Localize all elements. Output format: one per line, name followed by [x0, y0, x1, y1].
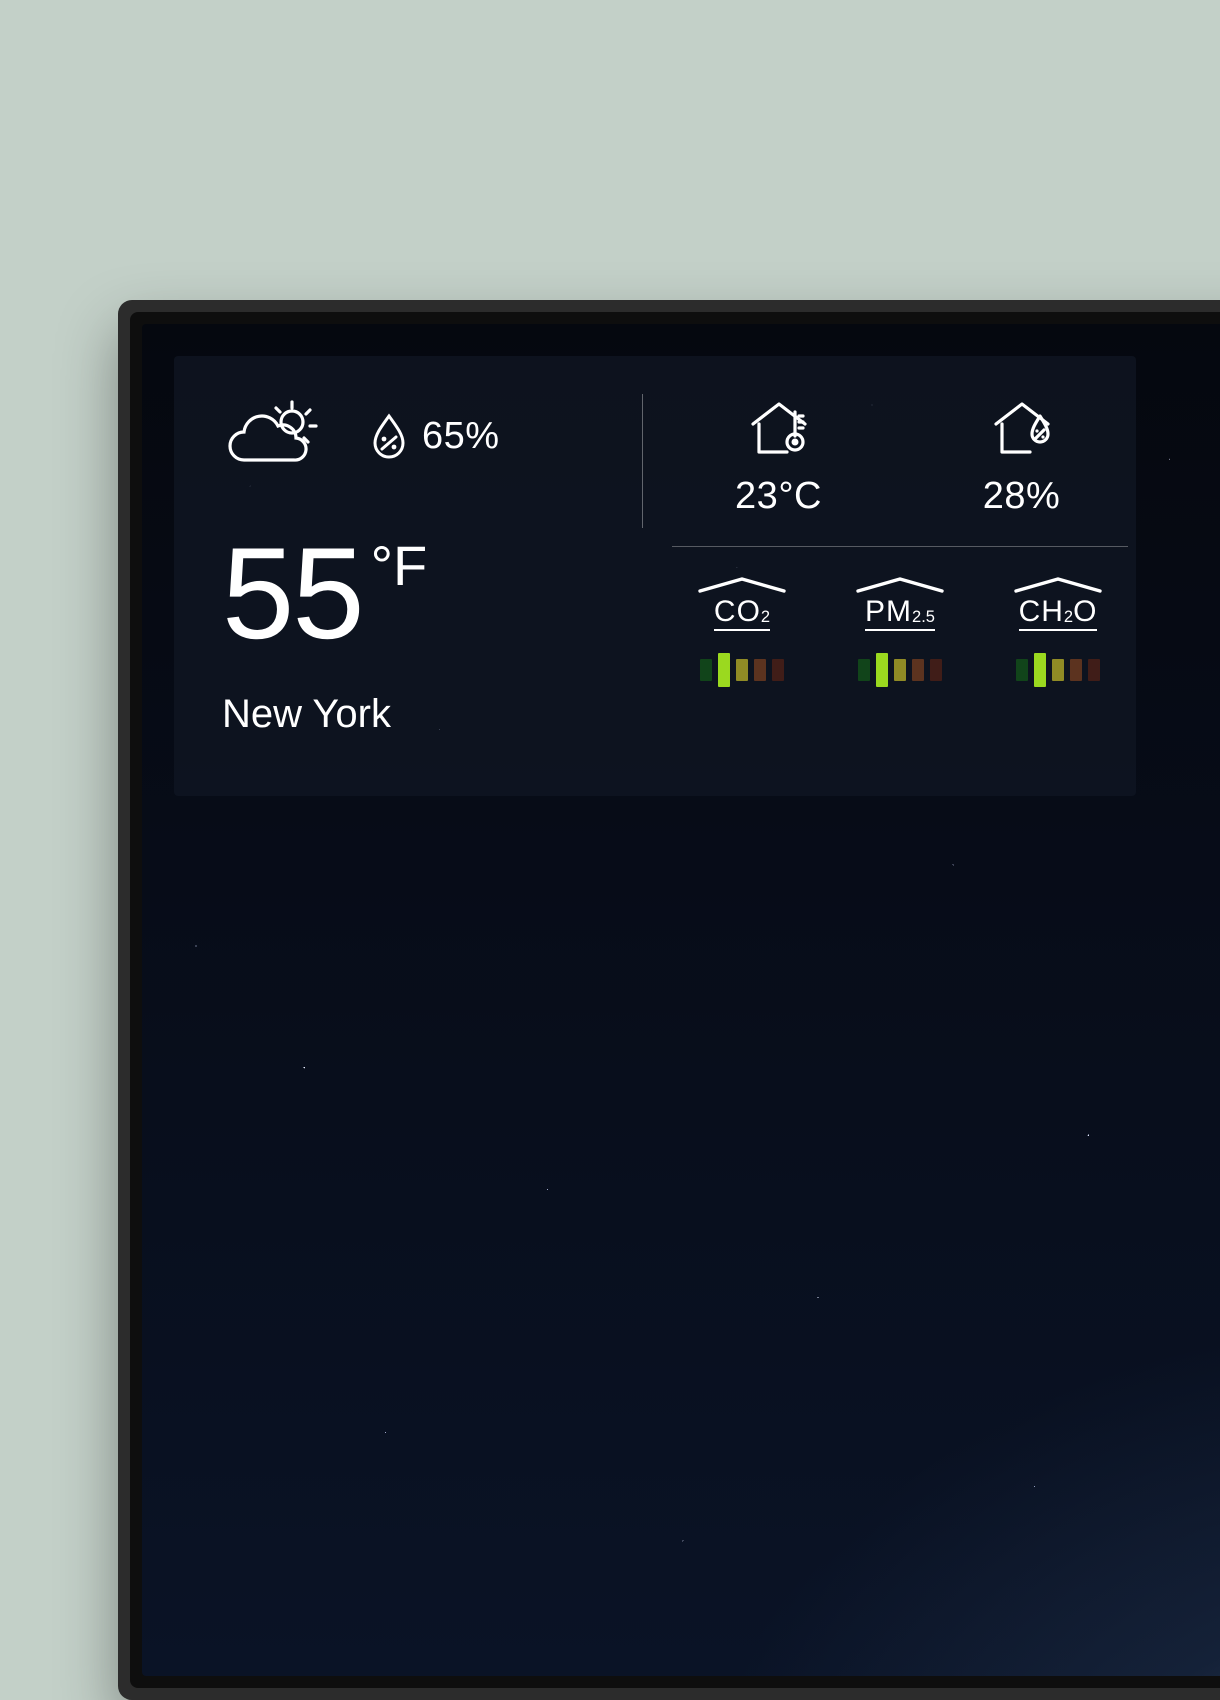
outdoor-humidity-value: 65% [422, 415, 500, 458]
air-quality-level-bars [1016, 653, 1100, 687]
outdoor-temperature-unit: °F [371, 538, 428, 594]
level-bar [754, 659, 766, 681]
indoor-readings-row: 23°C [672, 396, 1128, 518]
indoor-pane: 23°C [642, 356, 1158, 796]
indoor-humidity: 28% [937, 396, 1107, 518]
location-label: New York [222, 692, 594, 737]
air-quality-level-bars [700, 653, 784, 687]
air-quality-label: CO2 [694, 575, 790, 631]
air-quality-item: PM2.5 [830, 575, 970, 687]
partly-cloudy-icon [222, 398, 330, 474]
level-bar [930, 659, 942, 681]
outdoor-humidity: 65% [372, 413, 500, 459]
roof-icon [852, 575, 948, 593]
level-bar [700, 659, 712, 681]
roof-icon [1010, 575, 1106, 593]
screen-backdrop: 65% 55 °F New York [142, 324, 1220, 1676]
outdoor-temperature: 55 °F [222, 528, 594, 658]
roof-icon [694, 575, 790, 593]
device-frame: 65% 55 °F New York [118, 300, 1220, 1700]
house-humidity-icon [986, 396, 1058, 463]
level-bar [718, 653, 730, 687]
vertical-divider [642, 394, 643, 528]
level-bar [894, 659, 906, 681]
level-bar [736, 659, 748, 681]
outdoor-weather-pane: 65% 55 °F New York [174, 356, 642, 796]
indoor-temperature: 23°C [694, 396, 864, 518]
air-quality-label: PM2.5 [852, 575, 948, 631]
indoor-humidity-value: 28% [983, 475, 1061, 518]
outdoor-summary-row: 65% [222, 398, 594, 474]
level-bar [1052, 659, 1064, 681]
device-bezel: 65% 55 °F New York [130, 312, 1220, 1688]
level-bar [858, 659, 870, 681]
level-bar [1016, 659, 1028, 681]
air-quality-name: PM2.5 [865, 597, 935, 631]
air-quality-item: CO2 [672, 575, 812, 687]
air-quality-name: CO2 [714, 597, 770, 631]
air-quality-name: CH2O [1019, 597, 1098, 631]
outdoor-temperature-value: 55 [222, 528, 363, 658]
air-quality-item: CH2O [988, 575, 1128, 687]
level-bar [912, 659, 924, 681]
level-bar [772, 659, 784, 681]
level-bar [876, 653, 888, 687]
weather-card: 65% 55 °F New York [174, 356, 1136, 796]
air-quality-level-bars [858, 653, 942, 687]
indoor-temperature-value: 23°C [735, 475, 822, 518]
horizontal-divider [672, 546, 1128, 547]
level-bar [1088, 659, 1100, 681]
air-quality-label: CH2O [1010, 575, 1106, 631]
humidity-drop-icon [372, 413, 406, 459]
house-thermometer-icon [743, 396, 815, 463]
level-bar [1034, 653, 1046, 687]
air-quality-row: CO2 PM2.5 CH2O [672, 575, 1128, 687]
level-bar [1070, 659, 1082, 681]
